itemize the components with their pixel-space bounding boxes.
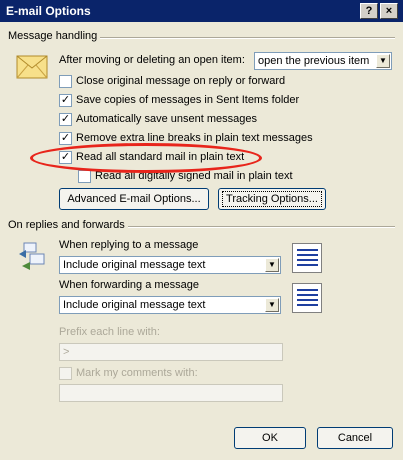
chevron-down-icon[interactable]: ▼ [265, 258, 279, 272]
message-handling-label: Message handling [8, 30, 98, 42]
reply-forward-icon [16, 240, 48, 272]
replying-dropdown[interactable]: Include original message text ▼ [59, 256, 281, 274]
close-button[interactable]: × [380, 3, 398, 19]
replying-label: When replying to a message [59, 239, 199, 251]
after-moving-dropdown[interactable]: open the previous item ▼ [254, 52, 392, 70]
cancel-button[interactable]: Cancel [317, 427, 393, 449]
save-copies-checkbox[interactable]: ✓ [59, 94, 72, 107]
remove-line-breaks-checkbox[interactable]: ✓ [59, 132, 72, 145]
read-plain-text-label: Read all standard mail in plain text [76, 151, 245, 163]
forward-preview-icon [292, 283, 322, 313]
read-plain-text-checkbox[interactable]: ✓ [59, 151, 72, 164]
title-bar[interactable]: E-mail Options ? × [0, 0, 403, 22]
forwarding-label: When forwarding a message [59, 279, 200, 291]
auto-save-checkbox[interactable]: ✓ [59, 113, 72, 126]
chevron-down-icon[interactable]: ▼ [376, 54, 390, 68]
envelope-icon [16, 55, 48, 79]
ok-button[interactable]: OK [234, 427, 306, 449]
read-signed-plain-text-checkbox[interactable] [78, 170, 91, 183]
read-signed-plain-text-label: Read all digitally signed mail in plain … [95, 170, 293, 182]
message-handling-divider [100, 37, 395, 39]
advanced-email-options-button[interactable]: Advanced E-mail Options... [59, 188, 209, 210]
close-original-checkbox[interactable] [59, 75, 72, 88]
reply-preview-icon [292, 243, 322, 273]
window-title: E-mail Options [6, 4, 91, 18]
prefix-label: Prefix each line with: [59, 326, 160, 338]
mark-comments-label: Mark my comments with: [76, 367, 198, 379]
help-button[interactable]: ? [360, 3, 378, 19]
mark-comments-input[interactable] [59, 384, 283, 402]
chevron-down-icon[interactable]: ▼ [265, 298, 279, 312]
auto-save-label: Automatically save unsent messages [76, 113, 257, 125]
replying-value: Include original message text [63, 259, 206, 271]
replies-forwards-divider [128, 226, 395, 228]
replies-forwards-label: On replies and forwards [8, 219, 125, 231]
prefix-input[interactable]: > [59, 343, 283, 361]
forwarding-dropdown[interactable]: Include original message text ▼ [59, 296, 281, 314]
close-original-label: Close original message on reply or forwa… [76, 75, 286, 87]
tracking-options-button[interactable]: Tracking Options... [218, 188, 326, 210]
after-moving-label: After moving or deleting an open item: [59, 54, 245, 66]
tracking-options-label: Tracking Options... [222, 191, 322, 207]
mark-comments-checkbox[interactable] [59, 367, 72, 380]
remove-line-breaks-label: Remove extra line breaks in plain text m… [76, 132, 313, 144]
save-copies-label: Save copies of messages in Sent Items fo… [76, 94, 300, 106]
after-moving-value: open the previous item [258, 55, 370, 67]
prefix-value: > [63, 346, 70, 358]
forwarding-value: Include original message text [63, 299, 206, 311]
